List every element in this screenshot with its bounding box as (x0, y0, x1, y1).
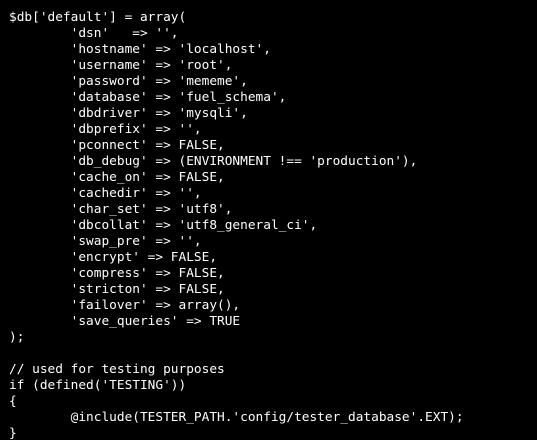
code-line: @include(TESTER_PATH.'config/tester_data… (9, 410, 464, 425)
code-line: 'pconnect' => FALSE, (9, 138, 225, 153)
code-line: // used for testing purposes (9, 362, 225, 377)
code-line: 'failover' => array(), (9, 298, 241, 313)
code-line: 'dsn' => '', (9, 26, 179, 41)
code-block: $db['default'] = array( 'dsn' => '', 'ho… (9, 10, 464, 440)
code-line: 'database' => 'fuel_schema', (9, 90, 287, 105)
code-line: 'save_queries' => TRUE (9, 314, 241, 329)
code-line: 'swap_pre' => '', (9, 234, 202, 249)
code-line: 'cachedir' => '', (9, 186, 202, 201)
code-line: 'password' => 'mememe', (9, 74, 248, 89)
code-line: 'dbprefix' => '', (9, 122, 202, 137)
code-line: 'encrypt' => FALSE, (9, 250, 218, 265)
code-line: } (9, 426, 17, 440)
code-line: 'db_debug' => (ENVIRONMENT !== 'producti… (9, 154, 418, 169)
code-line: if (defined('TESTING')) (9, 378, 187, 393)
code-line: 'stricton' => FALSE, (9, 282, 225, 297)
code-line: 'cache_on' => FALSE, (9, 170, 225, 185)
code-line: 'hostname' => 'localhost', (9, 42, 271, 57)
code-editor[interactable]: $db['default'] = array( 'dsn' => '', 'ho… (0, 0, 537, 440)
code-line: $db['default'] = array( (9, 10, 187, 25)
code-line: 'char_set' => 'utf8', (9, 202, 233, 217)
code-line: { (9, 394, 17, 409)
code-line: 'compress' => FALSE, (9, 266, 225, 281)
code-line: ); (9, 330, 25, 345)
code-line: 'username' => 'root', (9, 58, 233, 73)
code-line: 'dbcollat' => 'utf8_general_ci', (9, 218, 318, 233)
code-line: 'dbdriver' => 'mysqli', (9, 106, 248, 121)
